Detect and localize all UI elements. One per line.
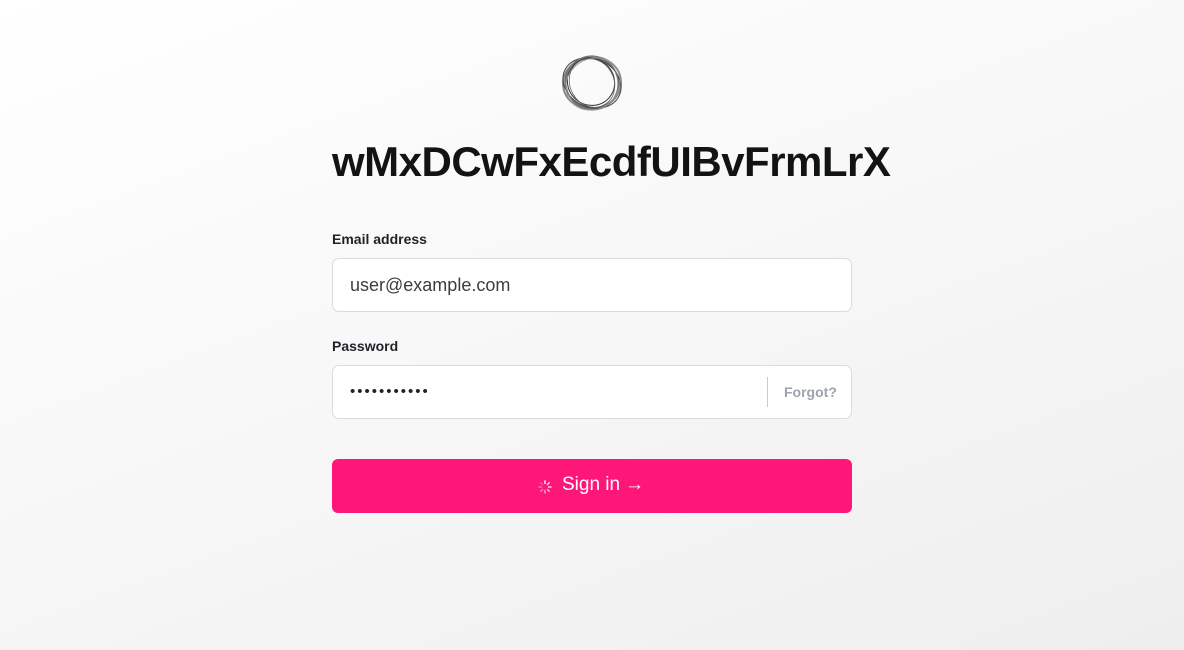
- sign-in-label: Sign in: [562, 474, 621, 495]
- email-field[interactable]: user@example.com: [332, 258, 852, 312]
- arrow-right-icon: →: [625, 474, 645, 495]
- sign-in-button[interactable]: Sign in →: [332, 459, 852, 513]
- email-value: user@example.com: [350, 275, 511, 295]
- page-title: wMxDCwFxEcdfUIBvFrmLrX: [332, 138, 891, 185]
- ring-logo-icon: [559, 52, 625, 114]
- password-divider: [767, 377, 768, 407]
- password-value: •••••••••••: [350, 383, 430, 400]
- email-label: Email address: [332, 231, 427, 247]
- loading-spinner-icon: [538, 478, 552, 494]
- password-field[interactable]: ••••••••••• Forgot?: [332, 365, 852, 419]
- password-label: Password: [332, 338, 399, 354]
- sign-in-content: Sign in →: [538, 474, 644, 496]
- forgot-password-link[interactable]: Forgot?: [784, 383, 837, 401]
